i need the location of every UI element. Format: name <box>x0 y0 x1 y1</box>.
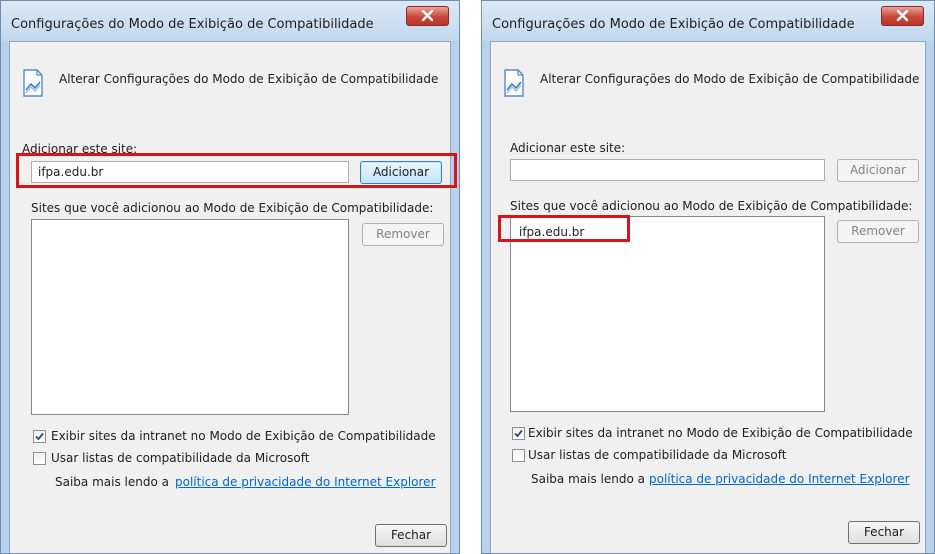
added-sites-list[interactable] <box>31 219 349 415</box>
screenshot-gap <box>460 0 481 554</box>
window-title: Configurações do Modo de Exibição de Com… <box>11 17 374 32</box>
privacy-policy-link[interactable]: política de privacidade do Internet Expl… <box>175 475 436 489</box>
intranet-checkbox-label[interactable]: Exibir sites da intranet no Modo de Exib… <box>528 426 913 440</box>
add-site-input[interactable] <box>31 161 349 183</box>
ms-lists-checkbox-label[interactable]: Usar listas de compatibilidade da Micros… <box>528 448 786 462</box>
list-item[interactable]: ifpa.edu.br <box>519 225 584 239</box>
compat-settings-dialog-after: Configurações do Modo de Exibição de Com… <box>481 0 935 554</box>
dialog-heading: Alterar Configurações do Modo de Exibiçã… <box>59 72 439 86</box>
dialog-heading: Alterar Configurações do Modo de Exibiçã… <box>540 72 920 86</box>
compatibility-view-icon <box>501 68 527 101</box>
ms-lists-checkbox[interactable] <box>33 452 46 465</box>
dialog-client-area: Alterar Configurações do Modo de Exibiçã… <box>490 41 926 553</box>
intranet-checkbox[interactable] <box>512 427 525 440</box>
close-button[interactable]: Fechar <box>375 524 447 547</box>
add-site-label: Adicionar este site: <box>22 142 138 156</box>
compat-settings-dialog-before: Configurações do Modo de Exibição de Com… <box>0 0 460 554</box>
title-bar[interactable]: Configurações do Modo de Exibição de Com… <box>1 1 459 41</box>
dialog-client-area: Alterar Configurações do Modo de Exibiçã… <box>9 41 451 553</box>
ms-lists-checkbox[interactable] <box>512 449 525 462</box>
close-button[interactable]: Fechar <box>848 521 920 544</box>
add-site-button[interactable]: Adicionar <box>837 159 919 182</box>
remove-site-button[interactable]: Remover <box>362 223 444 246</box>
added-sites-list[interactable]: ifpa.edu.br <box>510 216 825 412</box>
title-bar[interactable]: Configurações do Modo de Exibição de Com… <box>482 1 934 41</box>
compatibility-view-icon <box>20 68 46 101</box>
privacy-policy-link[interactable]: política de privacidade do Internet Expl… <box>649 472 910 486</box>
privacy-prefix-text: Saiba mais lendo a <box>531 472 645 486</box>
add-site-label: Adicionar este site: <box>510 141 626 155</box>
add-site-input[interactable] <box>510 159 825 181</box>
close-window-button[interactable] <box>881 6 924 26</box>
intranet-checkbox[interactable] <box>33 430 46 443</box>
window-title: Configurações do Modo de Exibição de Com… <box>492 17 855 32</box>
privacy-prefix-text: Saiba mais lendo a <box>55 475 169 489</box>
added-sites-label: Sites que você adicionou ao Modo de Exib… <box>510 199 913 213</box>
intranet-checkbox-label[interactable]: Exibir sites da intranet no Modo de Exib… <box>51 429 436 443</box>
close-window-button[interactable] <box>406 6 449 26</box>
added-sites-label: Sites que você adicionou ao Modo de Exib… <box>31 201 434 215</box>
add-site-button[interactable]: Adicionar <box>360 161 442 184</box>
remove-site-button[interactable]: Remover <box>837 220 919 243</box>
ms-lists-checkbox-label[interactable]: Usar listas de compatibilidade da Micros… <box>51 451 309 465</box>
